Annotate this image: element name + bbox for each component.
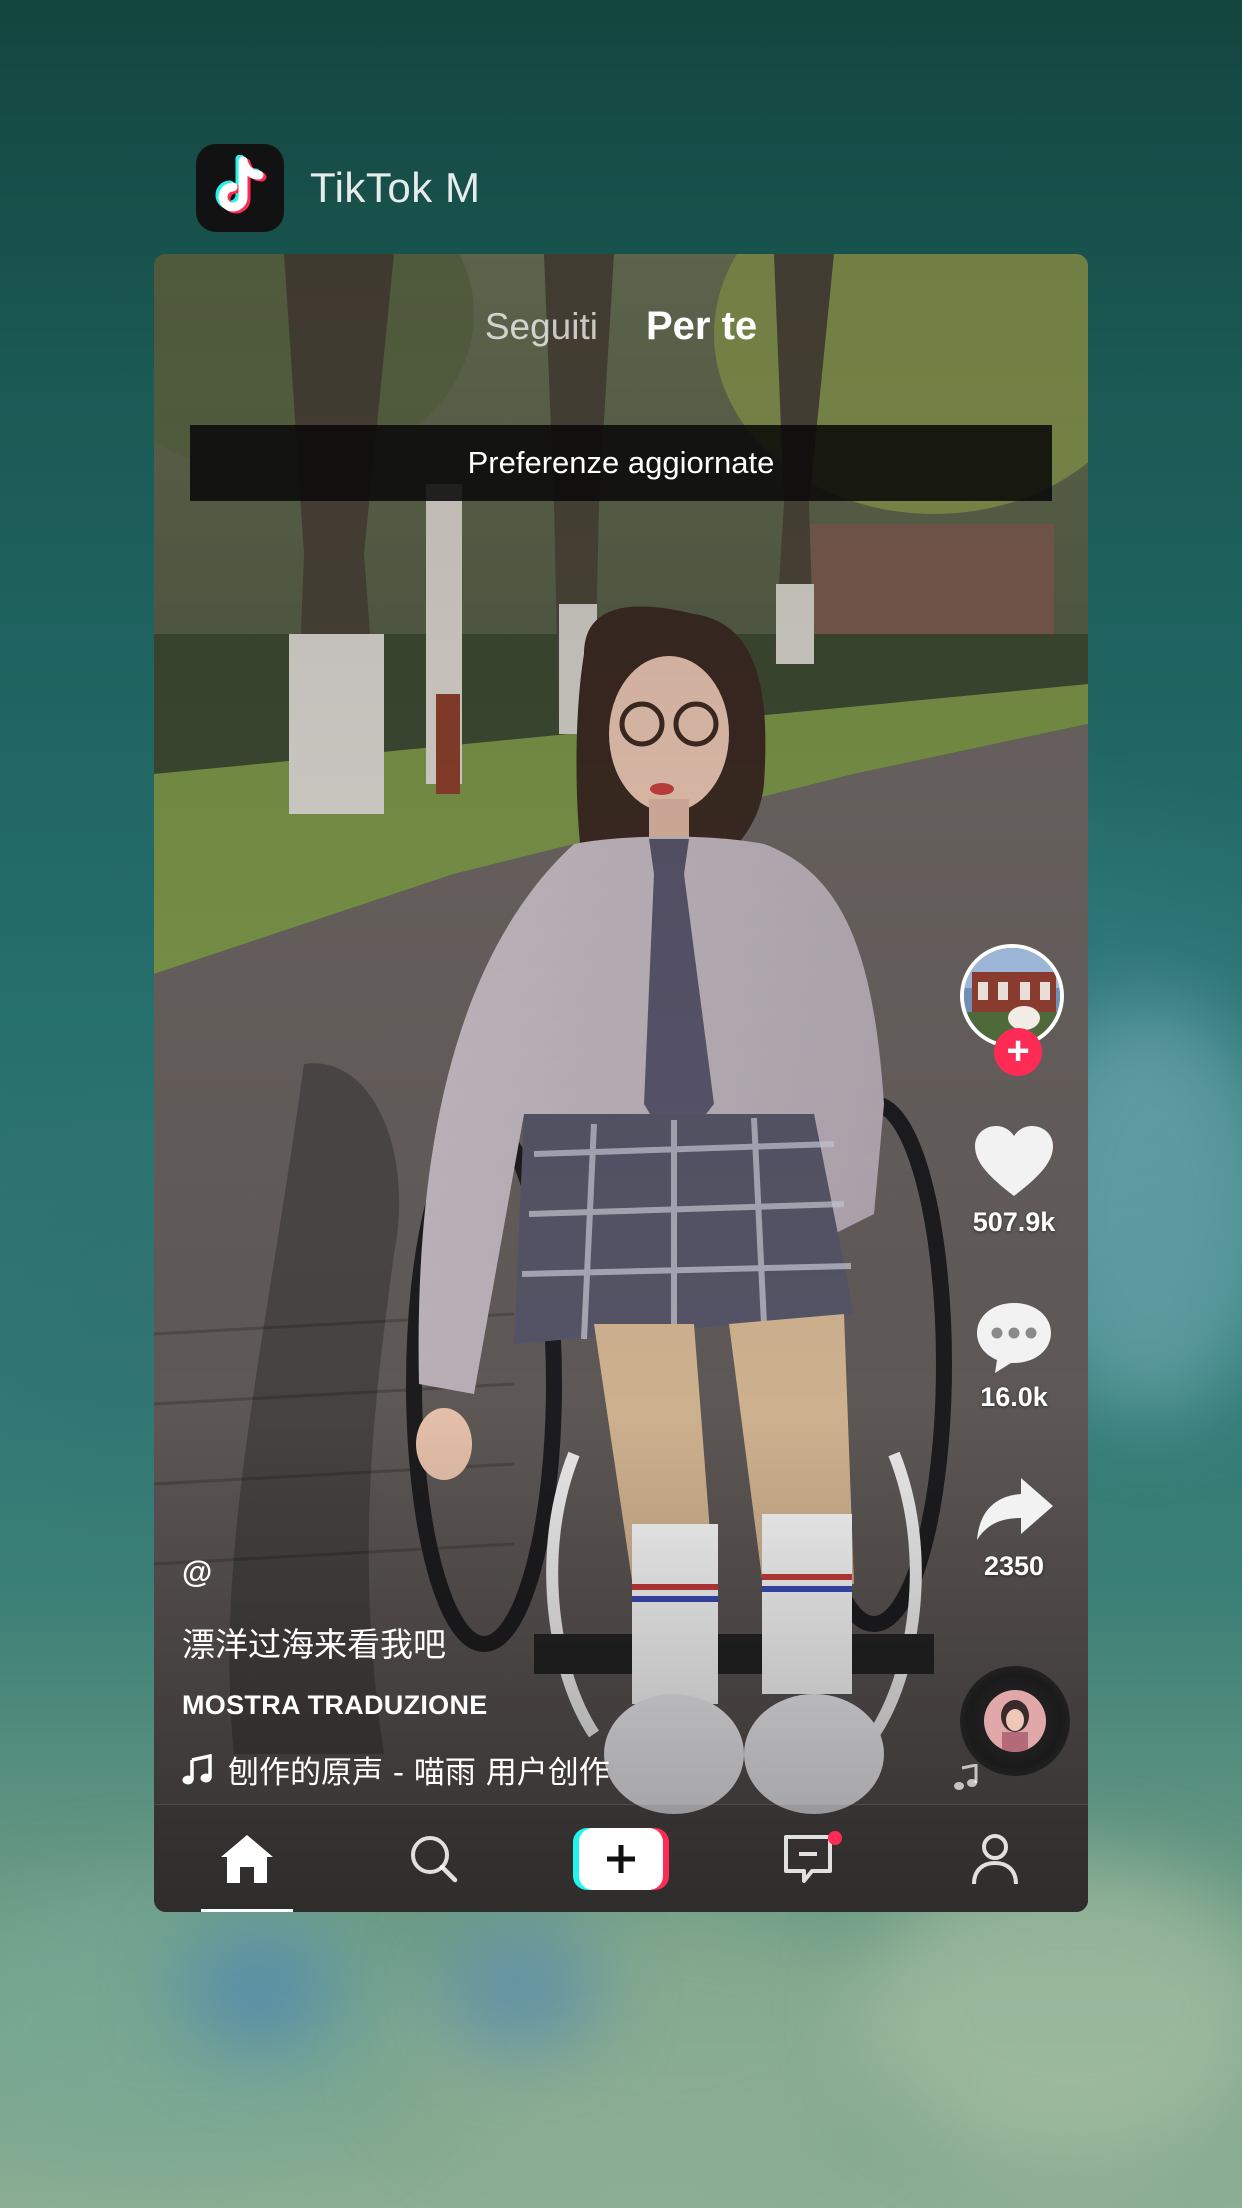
nav-discover[interactable] — [374, 1805, 494, 1912]
inbox-icon — [783, 1835, 832, 1883]
show-translation-link[interactable]: MOSTRA TRADUZIONE — [182, 1690, 902, 1721]
sound-name: 刨作的原声 - 喵雨 用户创作 — [228, 1755, 610, 1791]
home-icon — [221, 1835, 274, 1883]
active-tab-indicator — [201, 1909, 294, 1912]
tiktok-logo-icon — [196, 144, 284, 232]
like-button[interactable]: 507.9k — [964, 1124, 1064, 1238]
caption-text: 漂洋过海来看我吧 — [182, 1625, 446, 1664]
create-button[interactable] — [572, 1828, 669, 1890]
comment-button[interactable]: 16.0k — [964, 1299, 1064, 1413]
sound-cover-image — [984, 1690, 1046, 1752]
app-switcher-background: TikTok M Seguiti Per te Preferenze aggio… — [0, 0, 1242, 2208]
feed-tabs: Seguiti Per te — [154, 304, 1088, 349]
app-name: TikTok M — [310, 164, 481, 211]
like-count: 507.9k — [972, 1207, 1056, 1237]
nav-profile[interactable] — [935, 1805, 1055, 1912]
plus-icon — [606, 1845, 635, 1873]
preferences-updated-toast: Preferenze aggiornate — [190, 425, 1052, 501]
nav-create[interactable] — [561, 1805, 681, 1912]
tab-for-you[interactable]: Per te — [646, 304, 757, 349]
notification-dot — [827, 1831, 842, 1845]
plus-icon: + — [1006, 1029, 1030, 1073]
heart-icon — [975, 1126, 1053, 1196]
share-button[interactable]: 2350 — [964, 1474, 1064, 1582]
music-disc[interactable] — [960, 1666, 1070, 1776]
share-count: 2350 — [983, 1551, 1045, 1581]
nav-inbox[interactable] — [748, 1805, 868, 1912]
username[interactable]: @ — [182, 1554, 902, 1598]
sound-row[interactable]: 刨作的原声 - 喵雨 用户创作 — [182, 1747, 902, 1792]
app-switcher-header[interactable]: TikTok M — [196, 144, 480, 232]
search-icon — [411, 1836, 458, 1883]
app-preview-card[interactable]: Seguiti Per te Preferenze aggiornate + 5… — [154, 254, 1088, 1912]
comment-count: 16.0k — [980, 1382, 1048, 1412]
share-arrow-icon — [977, 1478, 1053, 1540]
video-caption-area: @ 漂洋过海来看我吧 MOSTRA TRADUZIONE 刨作的原声 - 喵雨 … — [182, 1554, 902, 1792]
nav-home[interactable] — [187, 1805, 307, 1912]
comment-bubble-icon — [977, 1303, 1051, 1373]
follow-button[interactable]: + — [994, 1028, 1042, 1076]
profile-icon — [971, 1834, 1018, 1885]
bottom-navigation — [154, 1804, 1088, 1912]
tab-following[interactable]: Seguiti — [485, 306, 598, 348]
music-note-icon — [182, 1753, 212, 1784]
music-note-icon — [954, 1764, 978, 1790]
